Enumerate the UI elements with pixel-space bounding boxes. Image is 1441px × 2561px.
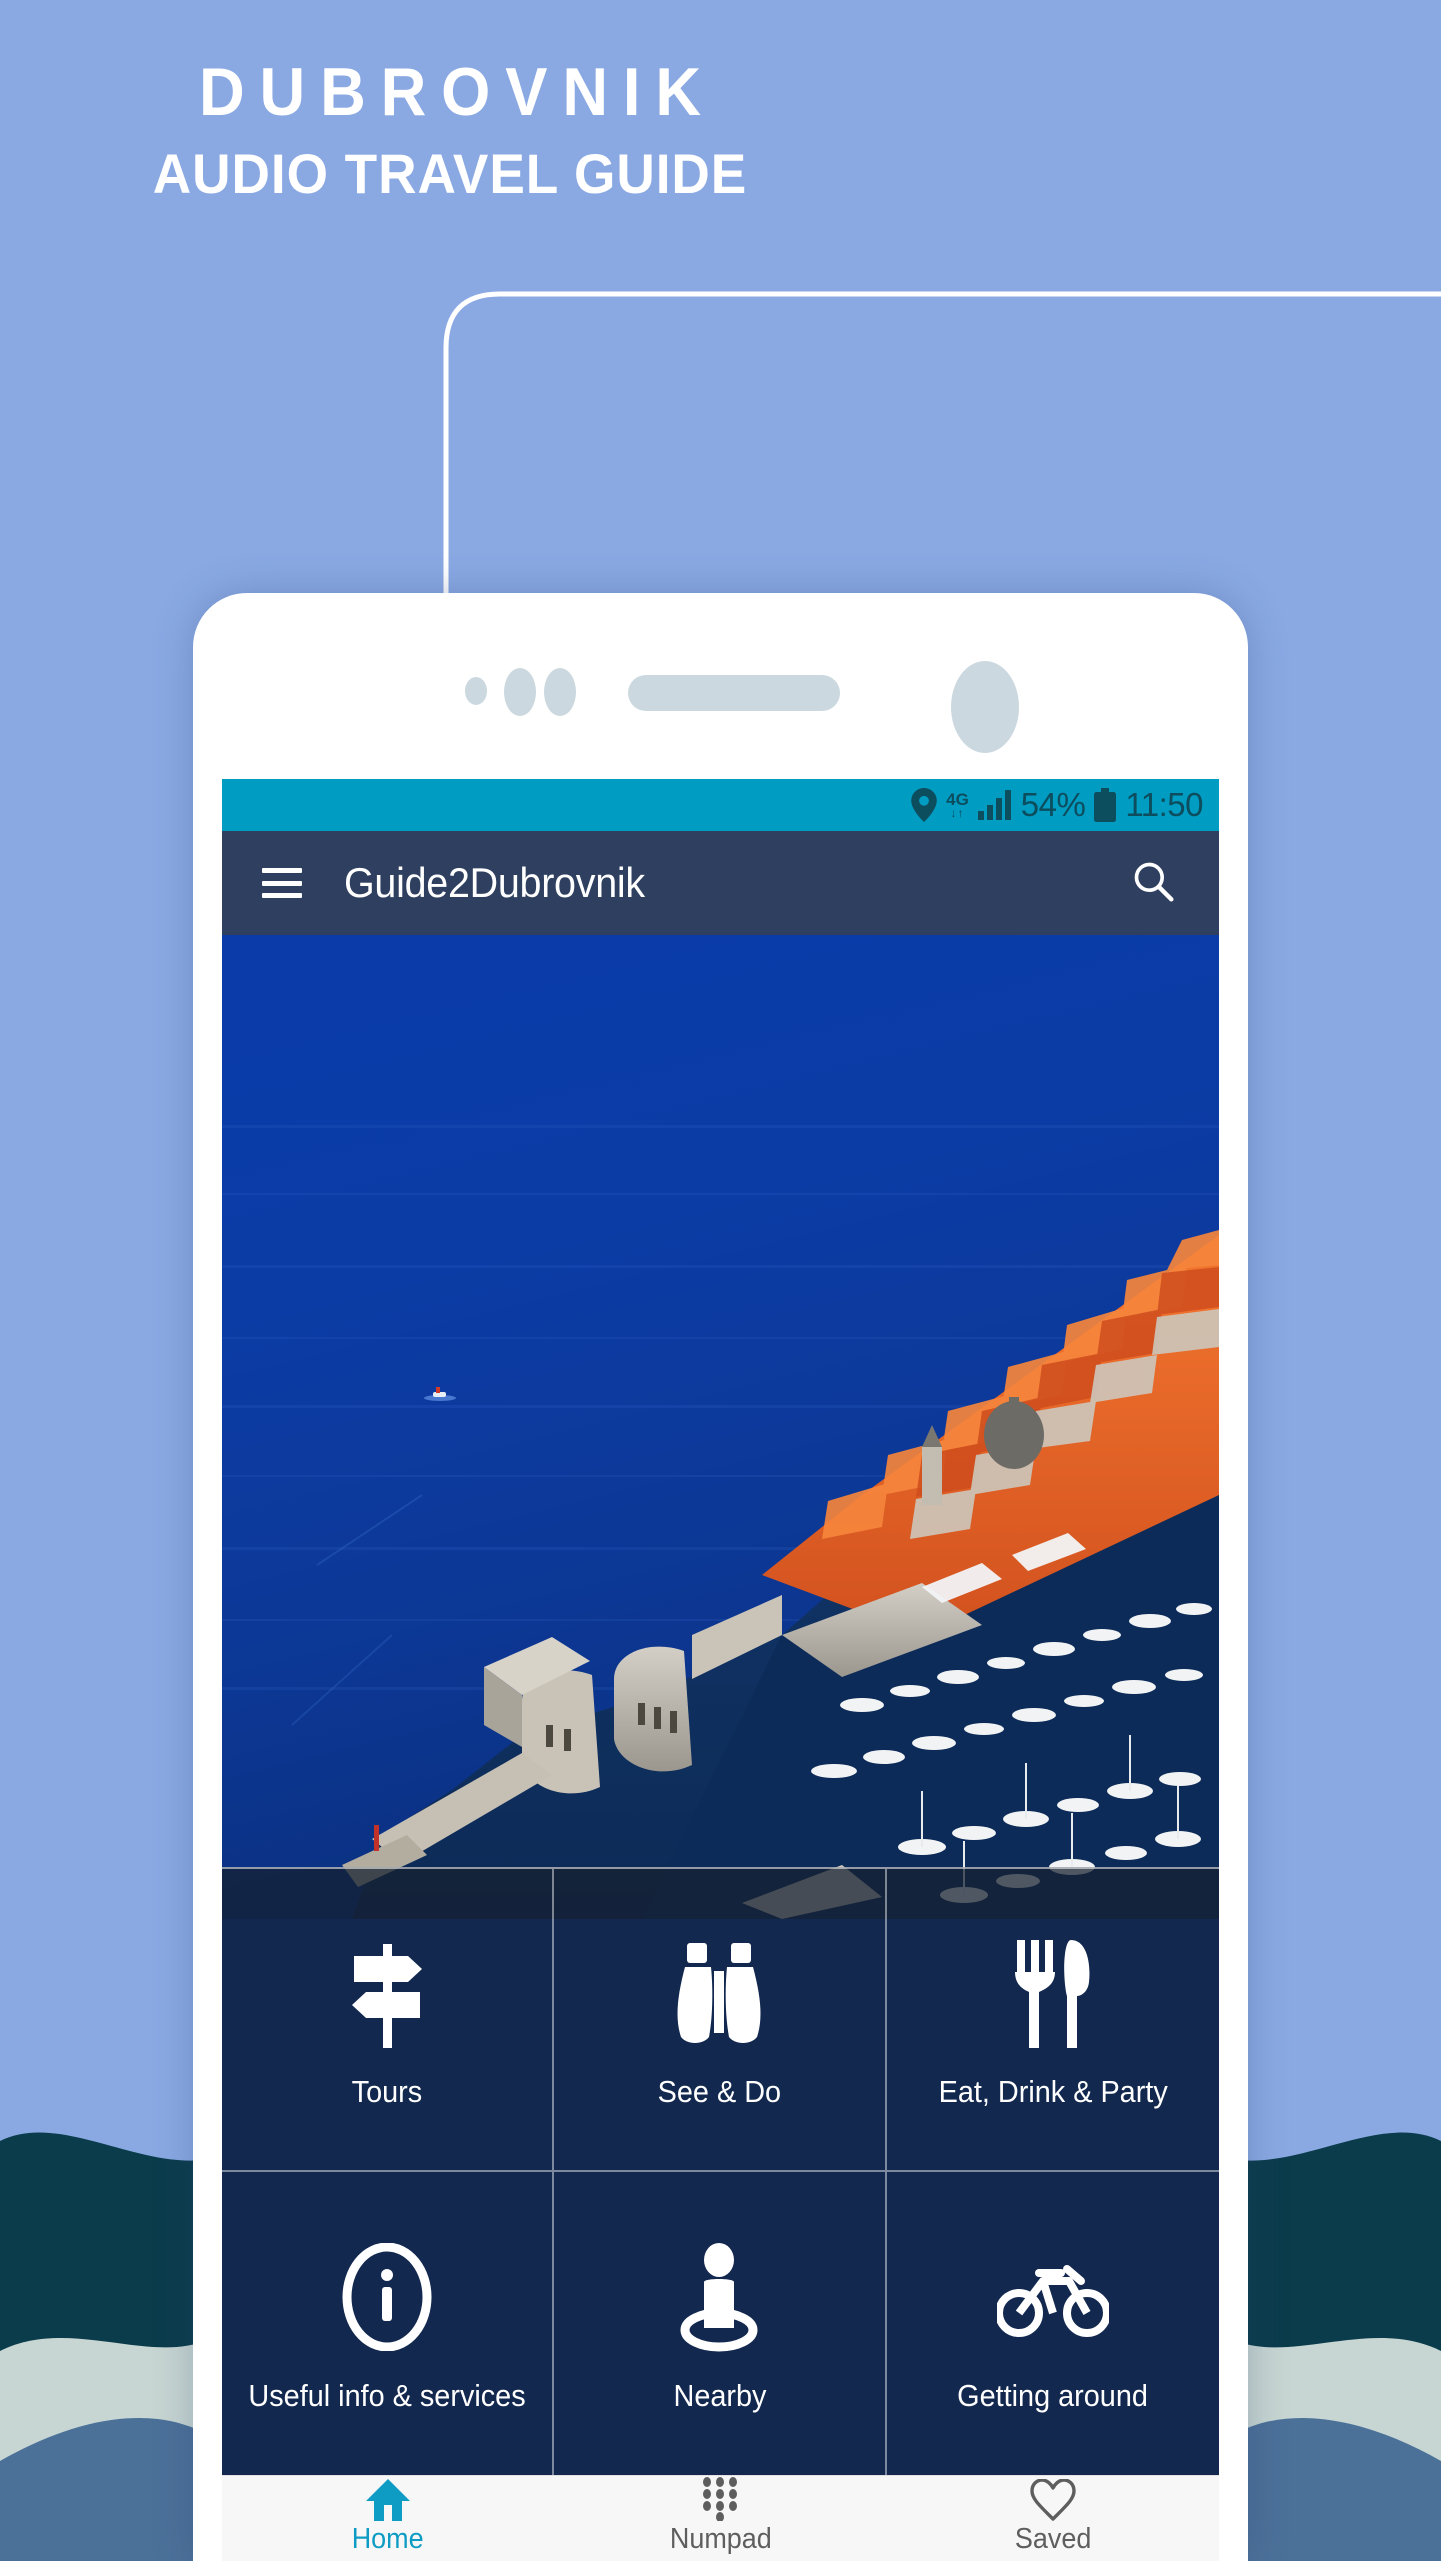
app-bar: Guide2Dubrovnik bbox=[222, 831, 1219, 935]
bicycle-icon bbox=[996, 2233, 1109, 2361]
network-type-indicator: 4G ↓↑ bbox=[946, 791, 969, 819]
nav-item-saved[interactable]: Saved bbox=[887, 2476, 1219, 2561]
signal-bars-icon bbox=[977, 790, 1011, 820]
tile-label: Tours bbox=[351, 2074, 423, 2110]
tile-label: Eat, Drink & Party bbox=[938, 2074, 1168, 2110]
tile-label: Useful info & services bbox=[248, 2378, 526, 2414]
nav-label: Saved bbox=[1014, 2523, 1092, 2555]
search-icon[interactable] bbox=[1131, 859, 1175, 908]
earpiece-speaker-icon bbox=[628, 675, 840, 711]
bottom-navigation: Home Numpad Saved bbox=[222, 2475, 1219, 2561]
fork-knife-icon bbox=[1011, 1929, 1095, 2057]
tile-label: Nearby bbox=[673, 2378, 766, 2414]
promo-subtitle: AUDIO TRAVEL GUIDE bbox=[152, 142, 748, 205]
sensor-dot-icon bbox=[465, 677, 487, 705]
clock-label: 11:50 bbox=[1125, 786, 1203, 823]
heart-icon bbox=[1030, 2479, 1076, 2521]
hero-photo[interactable] bbox=[222, 935, 1219, 1919]
battery-icon bbox=[1094, 788, 1117, 822]
location-pin-icon bbox=[911, 788, 937, 822]
numpad-icon bbox=[699, 2477, 741, 2521]
promo-title: DUBROVNIK bbox=[198, 54, 716, 130]
home-icon bbox=[366, 2479, 411, 2521]
callout-line bbox=[443, 291, 1441, 610]
tile-label: Getting around bbox=[957, 2378, 1149, 2414]
promo-headline: DUBROVNIK AUDIO TRAVEL GUIDE bbox=[0, 58, 900, 202]
tile-label: See & Do bbox=[657, 2074, 782, 2110]
nav-item-numpad[interactable]: Numpad bbox=[554, 2476, 886, 2561]
tile-tours[interactable]: Tours bbox=[222, 1869, 555, 2172]
nav-label: Home bbox=[352, 2523, 425, 2555]
status-bar: 4G ↓↑ 54% 11:50 bbox=[222, 779, 1219, 831]
phone-screen: 4G ↓↑ 54% 11:50 Guide2Dubrovnik Tours Se… bbox=[222, 779, 1219, 2561]
binoculars-icon bbox=[671, 1929, 767, 2057]
sensor-oval-1-icon bbox=[504, 668, 536, 716]
tile-getting-around[interactable]: Getting around bbox=[887, 2172, 1219, 2475]
category-grid: Tours See & Do Eat, Drink & Party Useful… bbox=[222, 1867, 1219, 2475]
phone-mockup: 4G ↓↑ 54% 11:50 Guide2Dubrovnik Tours Se… bbox=[193, 593, 1248, 2561]
tile-nearby[interactable]: Nearby bbox=[554, 2172, 887, 2475]
nav-item-home[interactable]: Home bbox=[222, 2476, 554, 2561]
phone-top-bezel bbox=[193, 593, 1248, 779]
battery-percent-label: 54% bbox=[1020, 786, 1086, 823]
tile-eat-drink-party[interactable]: Eat, Drink & Party bbox=[886, 1869, 1219, 2172]
info-circle-icon bbox=[341, 2233, 433, 2361]
app-title: Guide2Dubrovnik bbox=[344, 859, 645, 906]
tile-useful-info[interactable]: Useful info & services bbox=[222, 2172, 555, 2475]
signpost-icon bbox=[344, 1929, 430, 2057]
nav-label: Numpad bbox=[669, 2523, 772, 2555]
tile-see-and-do[interactable]: See & Do bbox=[554, 1869, 887, 2172]
network-arrows: ↓↑ bbox=[950, 806, 965, 820]
hamburger-menu-icon[interactable] bbox=[262, 868, 302, 898]
front-camera-icon bbox=[951, 661, 1019, 753]
person-pin-icon bbox=[673, 2233, 765, 2361]
sensor-oval-2-icon bbox=[544, 668, 576, 716]
